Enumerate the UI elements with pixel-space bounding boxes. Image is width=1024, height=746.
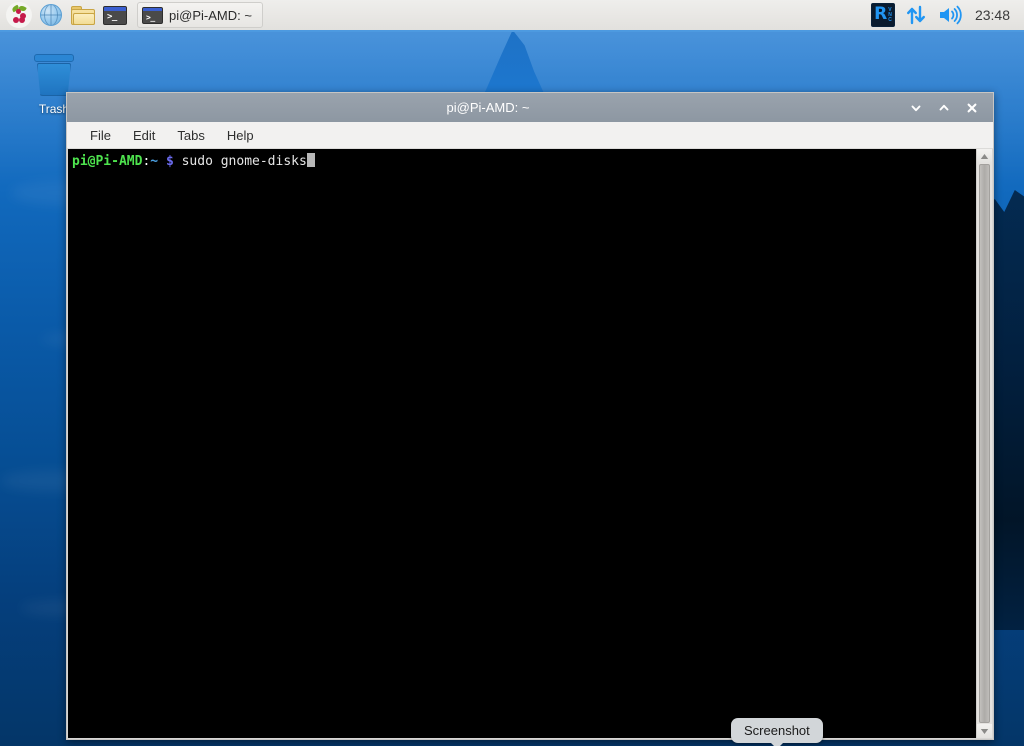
raspberry-menu-button[interactable]	[4, 0, 34, 30]
desktop-screen: Trash	[0, 0, 1024, 746]
file-manager-launcher[interactable]	[68, 0, 98, 30]
maximize-button[interactable]	[937, 101, 951, 115]
minimize-button[interactable]	[909, 101, 923, 115]
globe-icon	[40, 4, 62, 26]
speaker-icon[interactable]	[937, 4, 963, 26]
terminal-titlebar[interactable]: pi@Pi-AMD: ~	[67, 93, 993, 122]
prompt-space	[158, 154, 166, 169]
terminal-command-text: sudo gnome-disks	[182, 154, 307, 169]
terminal-content-area: pi@Pi-AMD:~ $ sudo gnome-disks	[67, 149, 993, 739]
taskbar-window-button-terminal[interactable]: >_ pi@Pi-AMD: ~	[137, 2, 263, 28]
menu-help[interactable]: Help	[218, 125, 263, 146]
taskbar-clock[interactable]: 23:48	[973, 7, 1014, 23]
terminal-menubar: File Edit Tabs Help	[67, 122, 993, 149]
menu-file[interactable]: File	[81, 125, 120, 146]
realvnc-letter: R	[874, 6, 887, 23]
scrollbar-thumb[interactable]	[979, 164, 990, 723]
window-controls	[909, 101, 993, 115]
realvnc-icon[interactable]: R V N C	[871, 3, 895, 27]
screenshot-tooltip: Screenshot	[731, 718, 823, 743]
taskbar: >_ >_ pi@Pi-AMD: ~ R V N C	[0, 0, 1024, 32]
terminal-output[interactable]: pi@Pi-AMD:~ $ sudo gnome-disks	[68, 149, 976, 738]
terminal-prompt-line: pi@Pi-AMD:~ $ sudo gnome-disks	[72, 153, 976, 170]
taskbar-window-title: pi@Pi-AMD: ~	[169, 8, 252, 23]
prompt-path: ~	[150, 154, 158, 169]
folder-icon	[71, 6, 95, 25]
scroll-up-icon[interactable]	[977, 149, 992, 163]
terminal-launcher[interactable]: >_	[100, 0, 130, 30]
terminal-scrollbar[interactable]	[976, 149, 992, 738]
menu-tabs[interactable]: Tabs	[168, 125, 213, 146]
raspberry-icon	[6, 2, 32, 28]
taskbar-tray: R V N C	[871, 0, 1024, 31]
prompt-sigil: $	[166, 154, 174, 169]
terminal-icon: >_	[142, 7, 163, 24]
web-browser-launcher[interactable]	[36, 0, 66, 30]
network-updown-icon[interactable]	[905, 4, 927, 26]
prompt-space-2	[174, 154, 182, 169]
terminal-icon: >_	[103, 6, 127, 25]
terminal-window-title: pi@Pi-AMD: ~	[67, 100, 909, 115]
scrollbar-track[interactable]	[977, 163, 992, 724]
prompt-user-host: pi@Pi-AMD	[72, 154, 142, 169]
realvnc-sub-c: C	[888, 18, 892, 23]
realvnc-sublabel: V N C	[888, 8, 892, 23]
scroll-down-icon[interactable]	[977, 724, 992, 738]
menu-edit[interactable]: Edit	[124, 125, 164, 146]
terminal-cursor	[307, 153, 315, 167]
close-button[interactable]	[965, 101, 979, 115]
taskbar-launchers: >_ >_ pi@Pi-AMD: ~	[0, 0, 263, 31]
terminal-window: pi@Pi-AMD: ~	[66, 92, 994, 740]
